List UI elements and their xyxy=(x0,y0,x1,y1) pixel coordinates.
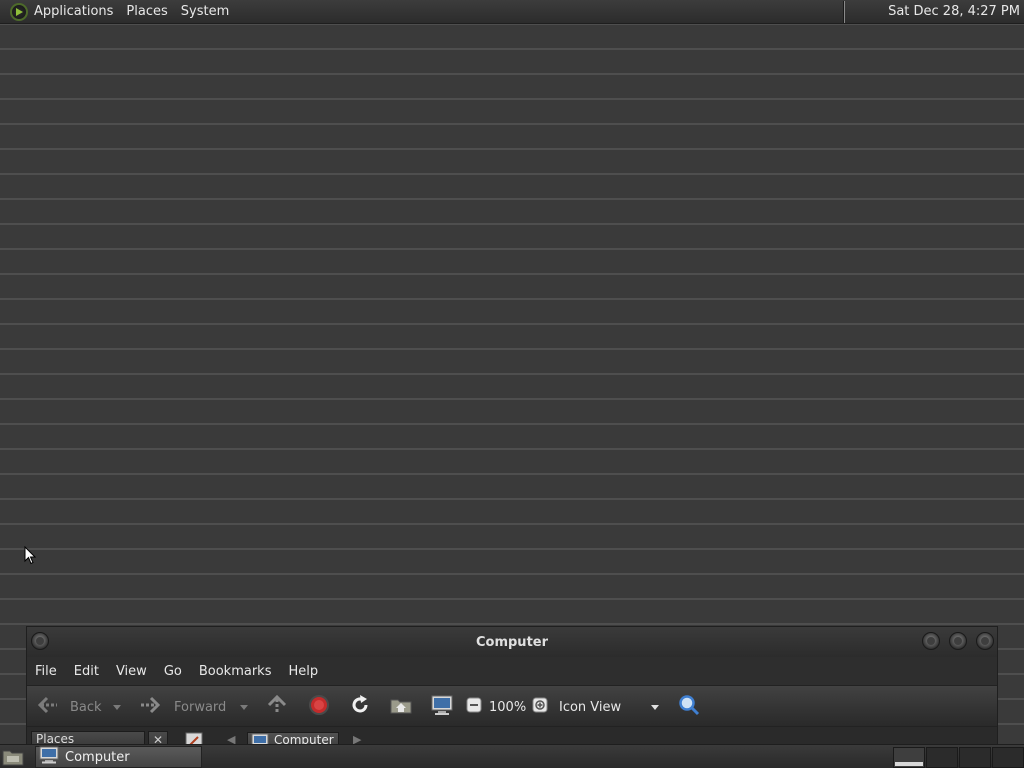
search-button[interactable] xyxy=(678,686,700,728)
menu-file[interactable]: File xyxy=(35,664,57,679)
reload-button[interactable] xyxy=(349,686,371,728)
up-arrow-icon xyxy=(266,694,288,720)
view-mode-dropdown[interactable] xyxy=(651,686,659,728)
computer-task-icon xyxy=(39,746,59,768)
main-menu-logo-icon[interactable] xyxy=(10,2,28,21)
mouse-pointer-icon xyxy=(24,545,37,569)
panel-separator xyxy=(843,1,845,23)
taskbar-computer-button[interactable]: Computer xyxy=(35,746,202,768)
forward-label: Forward xyxy=(174,699,227,715)
workspace-3[interactable] xyxy=(959,747,991,768)
show-desktop-icon xyxy=(2,750,24,768)
maximize-button[interactable] xyxy=(949,632,967,650)
menu-edit[interactable]: Edit xyxy=(74,664,99,679)
zoom-in-button[interactable] xyxy=(532,686,548,728)
zoom-in-icon xyxy=(532,697,548,717)
back-button[interactable]: Back xyxy=(37,686,102,728)
main-toolbar: Back Forward 100% Icon View xyxy=(27,685,997,727)
menubar: File Edit View Go Bookmarks Help xyxy=(27,657,997,685)
menu-go[interactable]: Go xyxy=(164,664,182,679)
zoom-out-button[interactable] xyxy=(466,686,482,728)
forward-arrow-icon xyxy=(139,695,161,719)
stop-button[interactable] xyxy=(308,686,330,728)
zoom-out-icon xyxy=(466,697,482,717)
bottom-panel: Computer xyxy=(0,744,1024,768)
back-label: Back xyxy=(70,699,102,715)
zoom-value: 100% xyxy=(489,699,527,715)
close-button[interactable] xyxy=(976,632,994,650)
home-folder-icon xyxy=(390,695,412,719)
computer-icon xyxy=(431,694,453,720)
menu-view[interactable]: View xyxy=(116,664,147,679)
file-manager-window: Computer File Edit View Go Bookmarks Hel… xyxy=(26,626,998,746)
workspace-4[interactable] xyxy=(992,747,1024,768)
window-title: Computer xyxy=(475,634,549,650)
window-menu-button[interactable] xyxy=(31,632,49,650)
computer-button[interactable] xyxy=(431,686,453,728)
minimize-button[interactable] xyxy=(922,632,940,650)
view-mode-value: Icon View xyxy=(559,699,622,715)
back-history-dropdown[interactable] xyxy=(113,686,121,728)
stop-icon xyxy=(308,694,330,720)
window-titlebar[interactable]: Computer xyxy=(27,627,997,657)
up-button[interactable] xyxy=(266,686,288,728)
search-icon xyxy=(678,694,700,720)
task-label: Computer xyxy=(65,749,130,765)
forward-button[interactable]: Forward xyxy=(139,686,226,728)
workspace-1[interactable] xyxy=(893,747,925,768)
view-mode-select[interactable]: Icon View xyxy=(559,686,621,728)
menu-help[interactable]: Help xyxy=(288,664,318,679)
workspace-2[interactable] xyxy=(926,747,958,768)
zoom-level[interactable]: 100% xyxy=(489,686,526,728)
home-button[interactable] xyxy=(390,686,412,728)
reload-icon xyxy=(349,694,371,720)
back-arrow-icon xyxy=(37,695,59,719)
menu-bookmarks[interactable]: Bookmarks xyxy=(199,664,272,679)
applications-menu[interactable]: Applications xyxy=(34,4,113,19)
places-menu[interactable]: Places xyxy=(126,4,167,19)
system-menu[interactable]: System xyxy=(181,4,229,19)
top-panel: Applications Places System Sat Dec 28, 4… xyxy=(0,0,1024,24)
clock[interactable]: Sat Dec 28, 4:27 PM xyxy=(888,4,1020,19)
show-desktop-button[interactable] xyxy=(2,748,24,768)
forward-history-dropdown[interactable] xyxy=(240,686,248,728)
